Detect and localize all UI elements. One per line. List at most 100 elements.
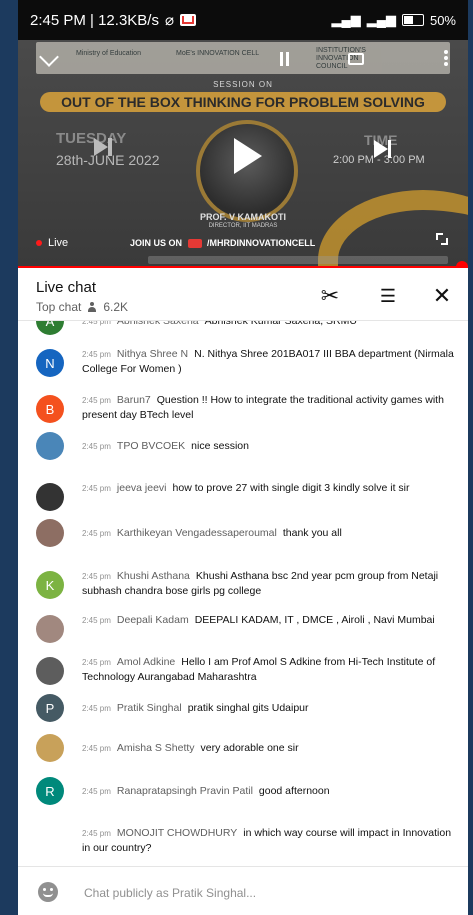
avatar[interactable]: R xyxy=(36,777,64,805)
play-icon[interactable] xyxy=(234,138,262,174)
gmail-icon xyxy=(180,14,196,26)
message-body: 2:45 pm Pratik Singhal pratik singhal gits… xyxy=(82,701,456,716)
live-indicator: Live xyxy=(36,237,68,249)
message-body: 2:45 pm Karthikeyan Vengadessaperoumal tha… xyxy=(82,526,456,541)
avatar[interactable] xyxy=(36,483,64,511)
message-author[interactable]: Khushi Asthana xyxy=(117,570,190,582)
speaker-name: PROF. V KAMAKOTI xyxy=(199,212,286,222)
chat-mode-label: Top chat xyxy=(36,300,82,314)
message-author[interactable]: jeeva jeevi xyxy=(117,482,167,494)
message-timestamp: 2:45 pm xyxy=(82,321,111,326)
join-us-text: JOIN US ON /MHRDINNOVATIONCELL xyxy=(130,238,315,249)
message-text: nice session xyxy=(191,440,249,452)
message-text: very adorable one sir xyxy=(200,742,299,754)
message-body: 2:45 pm Deepali Kadam DEEPALI KADAM, IT , … xyxy=(82,613,456,628)
chat-mode-selector[interactable]: Top chat 6.2K xyxy=(36,300,128,314)
chat-input-bar xyxy=(18,866,468,915)
previous-icon[interactable] xyxy=(108,138,112,156)
battery-percent: 50% xyxy=(429,12,456,28)
avatar[interactable]: A xyxy=(36,321,64,335)
avatar[interactable] xyxy=(36,828,64,856)
session-title-banner: OUT OF THE BOX THINKING FOR PROBLEM SOLV… xyxy=(40,92,446,112)
message-text: good afternoon xyxy=(258,785,330,797)
status-bar: 2:45 PM | 12.3KB/s ⌀ ▂▄▆ ▂▄▆ 50% xyxy=(18,0,468,40)
message-body: 2:45 pm Amol Adkine Hello I am Prof Amol S… xyxy=(82,655,456,685)
battery-icon xyxy=(401,14,424,26)
viewers-icon xyxy=(87,302,97,312)
message-text: how to prove 27 with single digit 3 kind… xyxy=(172,482,410,494)
logo-ministry: Ministry of Education xyxy=(76,50,141,57)
more-options-icon[interactable] xyxy=(444,50,448,66)
message-body: 2:45 pm Ranapratapsingh Pravin Patil good … xyxy=(82,784,456,799)
avatar[interactable] xyxy=(36,432,64,460)
message-author[interactable]: Amisha S Shetty xyxy=(117,742,195,754)
message-timestamp: 2:45 pm xyxy=(82,744,111,753)
pause-icon[interactable] xyxy=(280,52,290,66)
message-timestamp: 2:45 pm xyxy=(82,829,111,838)
message-author[interactable]: Pratik Singhal xyxy=(117,702,182,714)
sponsor-logos: Ministry of Education MoE's INNOVATION C… xyxy=(36,42,450,74)
message-body: 2:45 pm Barun7 Question !! How to integrat… xyxy=(82,393,456,423)
live-chat-title: Live chat xyxy=(36,279,97,296)
message-body: 2:45 pm Khushi Asthana Khushi Asthana bsc … xyxy=(82,569,456,599)
progress-scrubber[interactable] xyxy=(456,261,468,268)
session-day: TUESDAY xyxy=(56,130,127,147)
message-text: thank you all xyxy=(282,527,342,539)
speaker-title: DIRECTOR, IIT MADRAS xyxy=(208,223,278,229)
message-author[interactable]: Deepali Kadam xyxy=(117,614,189,626)
message-body: 2:45 pm Abhishek Saxena Abhishek Kumar Sax… xyxy=(82,321,456,329)
fullscreen-icon[interactable] xyxy=(436,233,448,245)
cast-icon[interactable] xyxy=(348,53,364,65)
message-author[interactable]: Amol Adkine xyxy=(117,656,175,668)
message-author[interactable]: TPO BVCOEK xyxy=(117,440,185,452)
close-icon[interactable]: ✕ xyxy=(430,283,454,308)
message-timestamp: 2:45 pm xyxy=(82,442,111,451)
message-author[interactable]: Abhishek Saxena xyxy=(117,321,199,327)
avatar[interactable]: P xyxy=(36,694,64,722)
scissors-icon[interactable]: ✂ xyxy=(318,283,342,308)
progress-bar[interactable] xyxy=(18,266,468,268)
video-player[interactable]: Ministry of Education MoE's INNOVATION C… xyxy=(18,40,468,268)
next-icon[interactable] xyxy=(374,140,391,158)
live-chat-header: Live chat Top chat 6.2K ✂ ☰ ✕ xyxy=(18,270,468,321)
message-timestamp: 2:45 pm xyxy=(82,396,111,405)
avatar[interactable]: K xyxy=(36,571,64,599)
viewer-count: 6.2K xyxy=(103,300,129,314)
avatar[interactable] xyxy=(36,615,64,643)
message-author[interactable]: MONOJIT CHOWDHURY xyxy=(117,827,237,839)
avatar[interactable] xyxy=(36,657,64,685)
status-time-speed: 2:45 PM | 12.3KB/s xyxy=(30,11,159,29)
message-body: 2:45 pm Amisha S Shetty very adorable one … xyxy=(82,741,456,756)
message-text: DEEPALI KADAM, IT , DMCE , Airoli , Navi… xyxy=(194,614,435,626)
message-body: 2:45 pm MONOJIT CHOWDHURY in which way cou… xyxy=(82,826,456,856)
chat-input[interactable] xyxy=(82,882,446,904)
message-timestamp: 2:45 pm xyxy=(82,572,111,581)
youtube-icon xyxy=(187,239,202,249)
avatar[interactable] xyxy=(36,734,64,762)
logo-innovation-cell: MoE's INNOVATION CELL xyxy=(176,50,260,57)
message-author[interactable]: Nithya Shree N xyxy=(117,348,188,360)
message-body: 2:45 pm TPO BVCOEK nice session xyxy=(82,439,456,454)
chat-messages-list[interactable]: A 2:45 pm Abhishek Saxena Abhishek Kumar Sa… xyxy=(18,321,468,866)
message-timestamp: 2:45 pm xyxy=(82,787,111,796)
message-timestamp: 2:45 pm xyxy=(82,658,111,667)
message-text: pratik singhal gits Udaipur xyxy=(187,702,309,714)
live-dot-icon xyxy=(36,240,42,246)
message-author[interactable]: Karthikeyan Vengadessaperoumal xyxy=(117,527,277,539)
message-timestamp: 2:45 pm xyxy=(82,529,111,538)
message-body: 2:45 pm jeeva jeevi how to prove 27 with s… xyxy=(82,481,456,496)
message-author[interactable]: Barun7 xyxy=(117,394,151,406)
emoji-icon[interactable] xyxy=(38,882,58,902)
session-on-label: SESSION ON xyxy=(213,80,273,89)
avatar[interactable]: N xyxy=(36,349,64,377)
avatar[interactable] xyxy=(36,519,64,547)
message-timestamp: 2:45 pm xyxy=(82,350,111,359)
message-text: Abhishek Kumar Saxena, SRMU xyxy=(204,321,357,327)
message-author[interactable]: Ranapratapsingh Pravin Patil xyxy=(117,785,253,797)
avatar[interactable]: B xyxy=(36,395,64,423)
join-us-label: JOIN US ON xyxy=(130,238,183,248)
signal-4g-icon: ▂▄▆ xyxy=(366,12,396,27)
live-label: Live xyxy=(48,237,69,249)
filter-settings-icon[interactable]: ☰ xyxy=(376,284,400,308)
social-handles-strip xyxy=(148,256,448,264)
